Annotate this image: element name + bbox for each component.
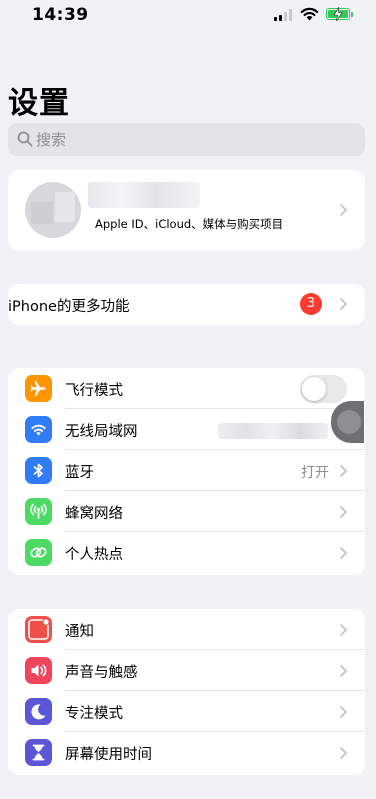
personal-hotspot-label: 个人热点 xyxy=(65,547,123,563)
wlan-label: 无线局域网 xyxy=(65,424,138,440)
cellular-label: 蜂窝网络 xyxy=(65,506,123,522)
bluetooth-icon xyxy=(25,457,52,484)
speaker-icon xyxy=(25,657,52,684)
hotspot-icon xyxy=(25,539,52,566)
chevron-right-icon xyxy=(340,624,347,636)
settings-row-bluetooth[interactable]: 蓝牙 打开 xyxy=(8,450,365,491)
profile-subtitle: Apple ID、iCloud、媒体与购买项目 xyxy=(95,217,284,231)
wifi-status-icon xyxy=(300,7,319,21)
system-settings-group: 通知 声音与触感 专注模式 屏幕使用时间 xyxy=(8,609,365,775)
avatar xyxy=(25,182,81,238)
settings-row-personal-hotspot[interactable]: 个人热点 xyxy=(8,532,365,573)
bluetooth-status-value: 打开 xyxy=(301,465,329,481)
status-bar: 14:39 xyxy=(0,0,376,34)
sounds-haptics-label: 声音与触感 xyxy=(65,665,138,681)
settings-row-airplane-mode[interactable]: 飞行模式 xyxy=(8,368,365,409)
battery-icon xyxy=(326,7,350,21)
chevron-right-icon xyxy=(340,747,347,759)
hourglass-icon xyxy=(25,739,52,766)
settings-row-sounds-haptics[interactable]: 声音与触感 xyxy=(8,650,365,691)
account-name-blurred xyxy=(88,182,200,208)
chevron-right-icon xyxy=(340,547,347,559)
wifi-icon xyxy=(25,416,52,443)
cellular-signal-icon xyxy=(274,9,294,21)
apple-id-profile-card[interactable]: Apple ID、iCloud、媒体与购买项目 xyxy=(8,170,365,250)
search-icon xyxy=(17,131,33,147)
notification-badge: 3 xyxy=(300,293,322,315)
cellular-icon xyxy=(25,498,52,525)
settings-row-notifications[interactable]: 通知 xyxy=(8,609,365,650)
chevron-right-icon xyxy=(340,298,347,310)
settings-row-focus[interactable]: 专注模式 xyxy=(8,691,365,732)
airplane-mode-label: 飞行模式 xyxy=(65,383,123,399)
bell-icon xyxy=(25,616,52,643)
page-title: 设置 xyxy=(8,86,70,121)
bluetooth-label: 蓝牙 xyxy=(65,465,94,481)
chevron-right-icon xyxy=(340,665,347,677)
settings-row-wlan[interactable]: 无线局域网 xyxy=(8,409,365,450)
settings-row-screen-time[interactable]: 屏幕使用时间 xyxy=(8,732,365,773)
moon-icon xyxy=(25,698,52,725)
iphone-more-features-row[interactable]: iPhone的更多功能 3 xyxy=(8,284,365,325)
network-name-blurred xyxy=(218,423,328,439)
focus-label: 专注模式 xyxy=(65,706,123,722)
assistive-touch-button[interactable] xyxy=(331,401,364,443)
settings-row-cellular[interactable]: 蜂窝网络 xyxy=(8,491,365,532)
status-time: 14:39 xyxy=(32,5,89,25)
chevron-right-icon xyxy=(340,506,347,518)
airplane-icon xyxy=(25,375,52,402)
connectivity-settings-group: 飞行模式 无线局域网 蓝牙 打开 蜂窝网络 个人热点 xyxy=(8,368,365,575)
notifications-label: 通知 xyxy=(65,624,94,640)
chevron-right-icon xyxy=(340,706,347,718)
chevron-right-icon xyxy=(340,465,347,477)
search-input[interactable] xyxy=(36,123,336,156)
airplane-mode-toggle[interactable] xyxy=(300,375,347,403)
chevron-right-icon xyxy=(340,204,347,216)
more-features-label: iPhone的更多功能 xyxy=(8,299,130,315)
search-bar[interactable] xyxy=(8,123,365,156)
screen-time-label: 屏幕使用时间 xyxy=(65,747,152,763)
